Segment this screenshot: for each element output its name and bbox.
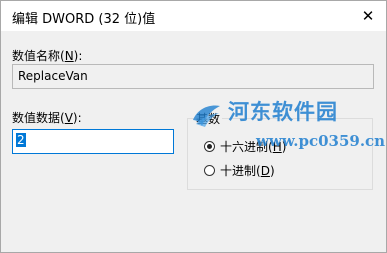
- value-data-label-suffix: ):: [72, 111, 82, 125]
- radio-dec-label-text: 十进制(: [220, 164, 261, 178]
- dialog-title: 编辑 DWORD (32 位)值: [12, 12, 156, 27]
- value-data-label: 数值数据(V):: [12, 109, 82, 126]
- value-name-field[interactable]: ReplaceVan: [12, 64, 374, 89]
- value-data-label-text: 数值数据(: [12, 111, 65, 125]
- value-data-input[interactable]: 2: [12, 129, 174, 154]
- value-data-accesskey: V: [64, 111, 73, 125]
- title-bar: 编辑 DWORD (32 位)值 ✕: [1, 1, 386, 31]
- radio-decimal[interactable]: 十进制(D): [204, 162, 275, 179]
- radio-decimal-label: 十进制(D): [220, 162, 275, 179]
- value-name-text: ReplaceVan: [18, 69, 88, 83]
- radio-hex-label-suffix: ): [281, 140, 287, 154]
- radio-checked-icon: [204, 141, 215, 152]
- value-name-label-text: 数值名称(: [12, 49, 65, 63]
- radio-hex-label-text: 十六进制(: [220, 140, 273, 154]
- radio-hex-accesskey: H: [272, 140, 282, 154]
- edit-dword-dialog: 编辑 DWORD (32 位)值 ✕ 数值名称(N): ReplaceVan 数…: [0, 0, 387, 253]
- close-button[interactable]: ✕: [350, 1, 386, 31]
- value-name-label-suffix: ):: [73, 49, 83, 63]
- radio-dec-label-suffix: ): [269, 164, 275, 178]
- value-name-label: 数值名称(N):: [12, 47, 82, 64]
- value-data-selected-text: 2: [16, 133, 26, 147]
- radio-hexadecimal-label: 十六进制(H): [220, 138, 286, 155]
- value-name-accesskey: N: [64, 49, 74, 63]
- close-icon: ✕: [361, 7, 375, 25]
- radio-hexadecimal[interactable]: 十六进制(H): [204, 138, 286, 155]
- radio-dec-accesskey: D: [260, 164, 270, 178]
- radio-unchecked-icon: [204, 165, 215, 176]
- base-group-title: 基数: [194, 110, 223, 127]
